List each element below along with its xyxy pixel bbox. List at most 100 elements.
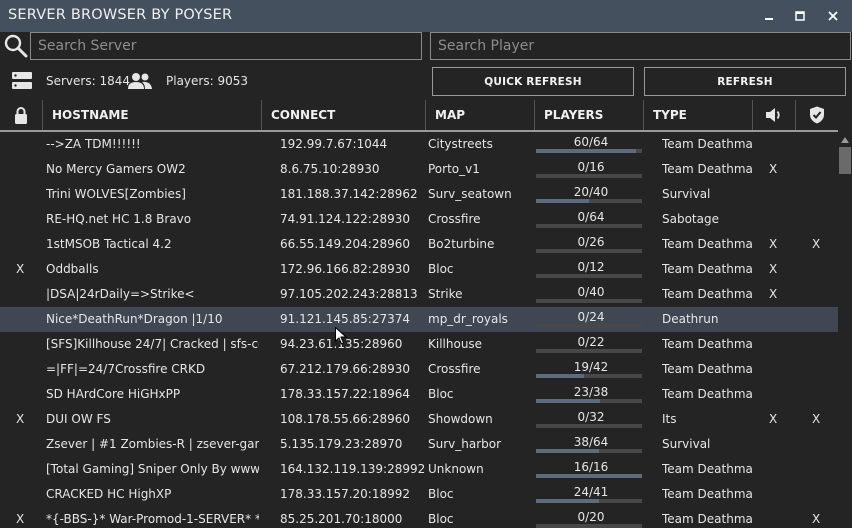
maximize-button[interactable] [786,4,814,28]
connect-cell: 94.23.61.135:28960 [280,332,425,357]
secure-cell: X [812,412,821,426]
title-bar: SERVER BROWSER BY POYSER [0,0,852,32]
table-row[interactable]: Nice*DeathRun*Dragon |1/10 91.121.145.85:… [0,307,838,332]
players-progress-bar [536,199,642,203]
hostname-cell: 1stMSOB Tactical 4.2 [46,237,172,251]
map-cell: Showdown [428,412,493,426]
search-icon [3,33,29,63]
shield-check-icon [810,106,824,124]
secure-cell [812,157,824,182]
type-column-header[interactable]: TYPE [643,100,752,130]
lock-cell: X [16,512,25,526]
connect-cell: 172.96.166.82:28930 [280,262,411,276]
table-row[interactable]: RE-HQ.net HC 1.8 Bravo 74.91.124.122:2893… [0,207,838,232]
type-cell: Team Deathmatc [662,337,752,351]
connect-cell: 164.132.119.139:28992 [280,462,425,476]
voice-cell [769,182,781,207]
voice-cell [769,482,781,507]
secure-cell [812,182,824,207]
hostname-cell: Nice*DeathRun*Dragon |1/10 [46,312,223,326]
table-row[interactable]: X Oddballs 172.96.166.82:28930 Bloc Team Dea… [0,257,838,282]
table-row[interactable]: SD HArdCore HiGHxPP 178.33.157.22:18964 Bl… [0,382,838,407]
table-row[interactable]: No Mercy Gamers OW2 8.6.75.10:28930 Porto_… [0,157,838,182]
secure-cell [812,132,824,157]
map-cell: Bloc [428,262,454,276]
hostname-cell: [SFS]Killhouse 24/7| Cracked | sfs-cod4.… [46,337,259,351]
vertical-scrollbar[interactable] [838,132,852,528]
connect-cell: 108.178.55.66:28960 [280,412,411,426]
type-cell: Team Deathmatc [662,162,752,176]
connect-cell: 178.33.157.20:18992 [280,487,411,501]
table-row[interactable]: X DUI OW FS 108.178.55.66:28960 Showdown Its… [0,407,838,432]
connect-column-header[interactable]: CONNECT [261,100,425,130]
players-progress-bar [536,224,642,228]
scrollbar-thumb[interactable] [839,147,851,174]
secure-column-header[interactable] [795,100,838,130]
table-header: HOSTNAME CONNECT MAP PLAYERS TYPE [0,100,838,132]
type-cell: Deathrun [662,312,719,326]
table-row[interactable]: 1stMSOB Tactical 4.2 66.55.149.204:28960 B… [0,232,838,257]
table-row[interactable]: [Total Gaming] Sniper Only By www.shac 16… [0,457,838,482]
voice-cell: X [769,262,778,276]
connect-cell: 97.105.202.243:28813 [280,287,418,301]
hostname-cell: SD HArdCore HiGHxPP [46,387,181,401]
search-player-input[interactable] [430,32,851,60]
lock-cell [16,232,28,257]
map-cell: Crossfire [428,212,481,226]
voice-column-header[interactable] [752,100,795,130]
connect-cell: 192.99.7.67:1044 [280,137,388,151]
map-cell: Surv_harbor [428,437,502,451]
connect-cell: 67.212.179.66:28930 [280,362,411,376]
quick-refresh-button[interactable]: QUICK REFRESH [432,67,634,96]
hostname-column-header[interactable]: HOSTNAME [42,100,261,130]
type-cell: Team Deathmatc [662,237,752,251]
players-progress-fill [536,499,599,503]
voice-cell [769,357,781,382]
players-progress-fill [536,399,600,403]
players-column-header[interactable]: PLAYERS [534,100,643,130]
lock-cell: X [16,412,25,426]
map-cell: Surv_seatown [428,187,512,201]
minimize-button[interactable] [755,4,783,28]
scroll-up-icon[interactable] [841,137,849,143]
search-server-input[interactable] [30,32,422,60]
voice-cell [769,507,781,528]
map-cell: Porto_v1 [428,162,480,176]
hostname-cell: [Total Gaming] Sniper Only By www.shac [46,462,259,476]
table-row[interactable]: |DSA|24rDaily=>Strike< 97.105.202.243:288… [0,282,838,307]
hostname-cell: Oddballs [46,262,99,276]
players-progress-bar [536,249,642,253]
map-cell: Bo2turbine [428,237,495,251]
connect-cell: 91.121.145.85:27374 [280,312,411,326]
voice-cell [769,457,781,482]
players-progress-bar [536,349,642,353]
secure-cell: X [812,512,821,526]
lock-cell [16,307,28,332]
map-cell: Bloc [428,512,454,526]
lock-column-header[interactable] [0,100,42,130]
secure-cell [812,307,824,332]
table-row[interactable]: =|FF|=24/7Crossfire CRKD 67.212.179.66:28… [0,357,838,382]
type-cell: Team Deathmatc [662,137,752,151]
map-column-header[interactable]: MAP [425,100,534,130]
lock-cell [16,457,28,482]
table-row[interactable]: CRACKED HC HighXP 178.33.157.20:18992 Bloc… [0,482,838,507]
refresh-button[interactable]: REFRESH [644,67,846,96]
connect-cell: 85.25.201.70:18000 [280,512,403,526]
window-title: SERVER BROWSER BY POYSER [8,7,233,23]
close-button[interactable] [819,4,847,28]
table-row[interactable]: Zsever | #1 Zombies-R | zsever-gaming.e 5… [0,432,838,457]
table-row[interactable]: X *{-BBS-}* War-Promod-1-SERVER* *www 85.2… [0,507,838,528]
hostname-cell: |DSA|24rDaily=>Strike< [46,287,195,301]
players-progress-bar [536,374,642,378]
secure-cell [812,332,824,357]
table-row[interactable]: Trini WOLVES[Zombies] 181.188.37.142:2896… [0,182,838,207]
lock-cell: X [16,262,25,276]
players-progress-fill [536,449,599,453]
hostname-cell: DUI OW FS [46,412,111,426]
table-row[interactable]: [SFS]Killhouse 24/7| Cracked | sfs-cod4.… [0,332,838,357]
server-icon [12,72,32,94]
players-progress-fill [536,374,584,378]
map-cell: Unknown [428,462,484,476]
table-row[interactable]: -->ZA TDM!!!!!! 192.99.7.67:1044 Citystree… [0,132,838,157]
